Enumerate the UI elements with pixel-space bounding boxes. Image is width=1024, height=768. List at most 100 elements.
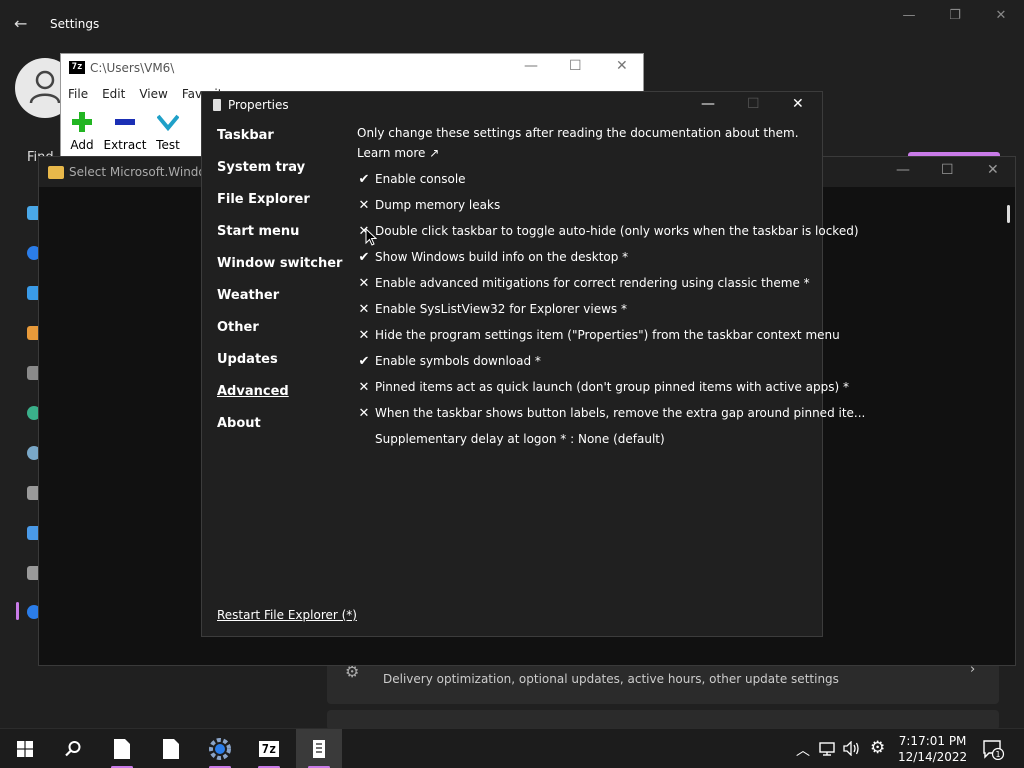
settings-title: Settings [50, 17, 100, 31]
taskbar-properties[interactable] [296, 729, 342, 768]
back-arrow-icon[interactable]: ← [14, 14, 34, 34]
minimize-icon[interactable]: — [701, 96, 715, 112]
nav-other[interactable]: Other [217, 320, 259, 335]
7zip-icon: 7z [258, 741, 280, 757]
gear-icon[interactable]: ⚙ [870, 738, 885, 758]
option-label: Hide the program settings item ("Propert… [375, 328, 840, 342]
nav-about[interactable]: About [217, 416, 261, 431]
nav-taskbar[interactable]: Taskbar [217, 128, 274, 143]
notification-center-icon[interactable]: 1 [983, 740, 1005, 760]
option-label: Enable symbols download * [375, 354, 541, 368]
cross-icon: ✕ [358, 276, 370, 291]
close-icon[interactable]: ✕ [792, 96, 804, 112]
nav-weather[interactable]: Weather [217, 288, 279, 303]
option-remove-extra-gap[interactable]: ✕ When the taskbar shows button labels, r… [357, 406, 866, 424]
option-advanced-mitigations[interactable]: ✕ Enable advanced mitigations for correct… [357, 276, 817, 294]
option-dump-memory-leaks[interactable]: ✕ Dump memory leaks [357, 198, 817, 216]
extract-button[interactable]: Extract [101, 110, 149, 152]
maximize-icon[interactable]: ☐ [569, 58, 582, 74]
cross-icon: ✕ [358, 328, 370, 343]
cross-icon: ✕ [358, 198, 370, 213]
taskbar-settings[interactable] [197, 729, 243, 768]
learn-more-link[interactable]: Learn more ↗ [357, 146, 439, 160]
user-icon [29, 70, 61, 104]
clock[interactable]: 7:17:01 PM 12/14/2022 [898, 733, 967, 765]
option-show-build-info[interactable]: ✔ Show Windows build info on the desktop … [357, 250, 817, 268]
nav-updates[interactable]: Updates [217, 352, 278, 367]
clock-time: 7:17:01 PM [898, 734, 967, 748]
menu-view[interactable]: View [139, 87, 167, 101]
option-enable-console[interactable]: ✔ Enable console [357, 172, 817, 190]
maximize-icon[interactable]: ☐ [941, 162, 954, 178]
zip-title: C:\Users\VM6\ [90, 61, 175, 75]
properties-dialog: Properties — ☐ ✕ Taskbar System tray Fil… [201, 91, 866, 637]
option-label: Double click taskbar to toggle auto-hide… [375, 224, 859, 238]
option-symbols-download[interactable]: ✔ Enable symbols download * [357, 354, 817, 372]
option-label: Pinned items act as quick launch (don't … [375, 380, 850, 394]
check-icon: ✔ [358, 250, 370, 265]
minimize-icon[interactable]: — [524, 58, 538, 74]
nav-window-switcher[interactable]: Window switcher [217, 256, 342, 271]
taskbar: 7z ︿ ⚙ 7:17:01 PM 12/14/2022 1 [0, 728, 1024, 768]
menu-file[interactable]: File [68, 87, 88, 101]
check-icon: ✔ [358, 172, 370, 187]
properties-title: Properties [228, 98, 289, 112]
test-button[interactable]: Test [144, 110, 192, 152]
document-icon [114, 739, 130, 759]
properties-app-icon [313, 740, 325, 758]
option-pinned-quick-launch[interactable]: ✕ Pinned items act as quick launch (don't… [357, 380, 849, 398]
option-label: Enable SysListView32 for Explorer views … [375, 302, 627, 316]
option-label: Supplementary delay at logon * : None (d… [375, 432, 665, 446]
network-icon[interactable] [819, 742, 835, 756]
close-icon[interactable]: ✕ [616, 58, 628, 74]
notification-count: 1 [995, 750, 1000, 759]
nav-file-explorer[interactable]: File Explorer [217, 192, 310, 207]
option-logon-delay[interactable]: Supplementary delay at logon * : None (d… [357, 432, 817, 450]
mouse-cursor-icon [365, 228, 377, 246]
taskbar-7zip[interactable]: 7z [246, 729, 292, 768]
taskbar-notepad-2[interactable] [148, 729, 194, 768]
option-label: Dump memory leaks [375, 198, 501, 212]
windows-logo-icon [17, 741, 33, 757]
minimize-icon[interactable]: — [896, 162, 910, 178]
volume-icon[interactable] [843, 741, 860, 756]
cross-icon: ✕ [358, 380, 370, 395]
show-hidden-icons-chevron-up-icon[interactable]: ︿ [796, 740, 810, 760]
intro-text: Only change these settings after reading… [357, 126, 799, 140]
option-label: Enable console [375, 172, 466, 186]
option-label: Enable advanced mitigations for correct … [375, 276, 810, 290]
extract-icon [115, 119, 135, 125]
option-hide-properties-item[interactable]: ✕ Hide the program settings item ("Proper… [357, 328, 840, 346]
start-button[interactable] [2, 729, 48, 768]
settings-gear-icon [209, 738, 231, 760]
nav-start-menu[interactable]: Start menu [217, 224, 299, 239]
close-icon[interactable]: ✕ [987, 162, 999, 178]
nav-selected-indicator [16, 602, 19, 620]
add-label: Add [70, 138, 94, 152]
clock-date: 12/14/2022 [898, 750, 968, 764]
nav-system-tray[interactable]: System tray [217, 160, 305, 175]
restart-explorer-link[interactable]: Restart File Explorer (*) [217, 608, 357, 622]
select-window-title: Select Microsoft.Windows [69, 165, 222, 179]
maximize-icon: ☐ [747, 96, 760, 112]
minimize-icon[interactable]: — [886, 8, 932, 26]
7zip-icon: 7z [69, 61, 85, 74]
option-double-click-autohide[interactable]: ✕ Double click taskbar to toggle auto-hid… [357, 224, 859, 242]
add-button[interactable]: Add [58, 110, 106, 152]
nav-advanced[interactable]: Advanced [217, 384, 289, 399]
card-description: Delivery optimization, optional updates,… [383, 672, 839, 686]
restore-icon[interactable]: ❐ [932, 8, 978, 26]
properties-app-icon [213, 99, 221, 111]
check-icon: ✔ [358, 354, 370, 369]
settings-card-next[interactable] [327, 710, 999, 730]
close-icon[interactable]: ✕ [978, 8, 1024, 26]
option-label: When the taskbar shows button labels, re… [375, 406, 866, 420]
document-icon [163, 739, 179, 759]
folder-icon [48, 166, 64, 179]
menu-edit[interactable]: Edit [102, 87, 125, 101]
scrollbar-thumb[interactable] [1007, 205, 1010, 223]
option-syslistview32[interactable]: ✕ Enable SysListView32 for Explorer views… [357, 302, 817, 320]
search-icon [65, 741, 81, 757]
search-button[interactable] [50, 729, 96, 768]
taskbar-notepad-1[interactable] [99, 729, 145, 768]
